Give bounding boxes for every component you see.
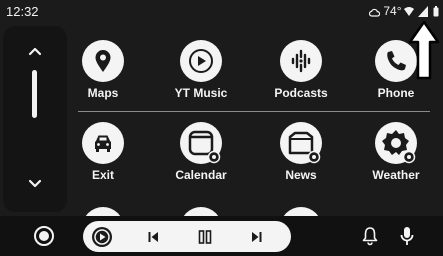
clock: 12:32 <box>6 4 39 19</box>
wifi-icon <box>404 7 414 16</box>
signal-icon <box>418 6 429 17</box>
app-maps[interactable]: Maps <box>63 40 143 110</box>
app-podcasts[interactable]: Podcasts <box>261 40 341 110</box>
app-yt-music[interactable]: YT Music <box>161 40 241 110</box>
calendar-icon <box>180 122 222 164</box>
app-news[interactable]: News <box>261 122 341 192</box>
skip-previous-button[interactable] <box>141 221 165 252</box>
cloud-icon <box>368 8 381 17</box>
media-app-button[interactable] <box>89 221 115 252</box>
app-exit[interactable]: Exit <box>63 122 143 192</box>
scroll-thumb[interactable] <box>32 70 37 118</box>
scroll-rail <box>3 26 67 212</box>
battery-icon <box>433 6 439 17</box>
mic-icon[interactable] <box>399 226 415 248</box>
app-label: YT Music <box>174 86 228 100</box>
app-label: Maps <box>87 86 119 100</box>
app-weather[interactable]: Weather <box>356 122 436 192</box>
home-icon[interactable] <box>34 226 54 246</box>
app-label: Weather <box>372 168 420 182</box>
skip-next-icon <box>252 231 262 242</box>
app-label: Phone <box>377 86 415 100</box>
weather-status: 74° <box>368 4 402 18</box>
arrow-up-icon <box>408 20 440 80</box>
news-icon <box>280 122 322 164</box>
chevron-down-icon[interactable] <box>25 176 45 192</box>
pause-button[interactable] <box>192 221 218 252</box>
media-controls <box>83 221 291 252</box>
android-auto-screen: 12:32 74° Maps YT Music Podcasts Phone E… <box>0 0 443 256</box>
app-label: News <box>285 168 317 182</box>
car-icon <box>82 122 124 164</box>
app-label: Exit <box>91 168 114 182</box>
app-calendar[interactable]: Calendar <box>161 122 241 192</box>
skip-previous-icon <box>148 231 158 242</box>
app-label: Calendar <box>175 168 227 182</box>
play-circle-icon <box>180 40 222 82</box>
pause-icon <box>198 229 212 244</box>
temperature: 74° <box>383 4 402 18</box>
weather-icon <box>375 122 417 164</box>
bell-icon[interactable] <box>361 226 379 246</box>
app-label: Podcasts <box>274 86 328 100</box>
status-bar: 12:32 74° <box>0 0 443 22</box>
podcast-icon <box>280 40 322 82</box>
chevron-up-icon[interactable] <box>25 43 45 59</box>
divider <box>78 111 430 112</box>
bottom-bar <box>0 216 443 256</box>
play-circle-icon <box>92 226 112 247</box>
map-pin-icon <box>82 40 124 82</box>
skip-next-button[interactable] <box>245 221 269 252</box>
